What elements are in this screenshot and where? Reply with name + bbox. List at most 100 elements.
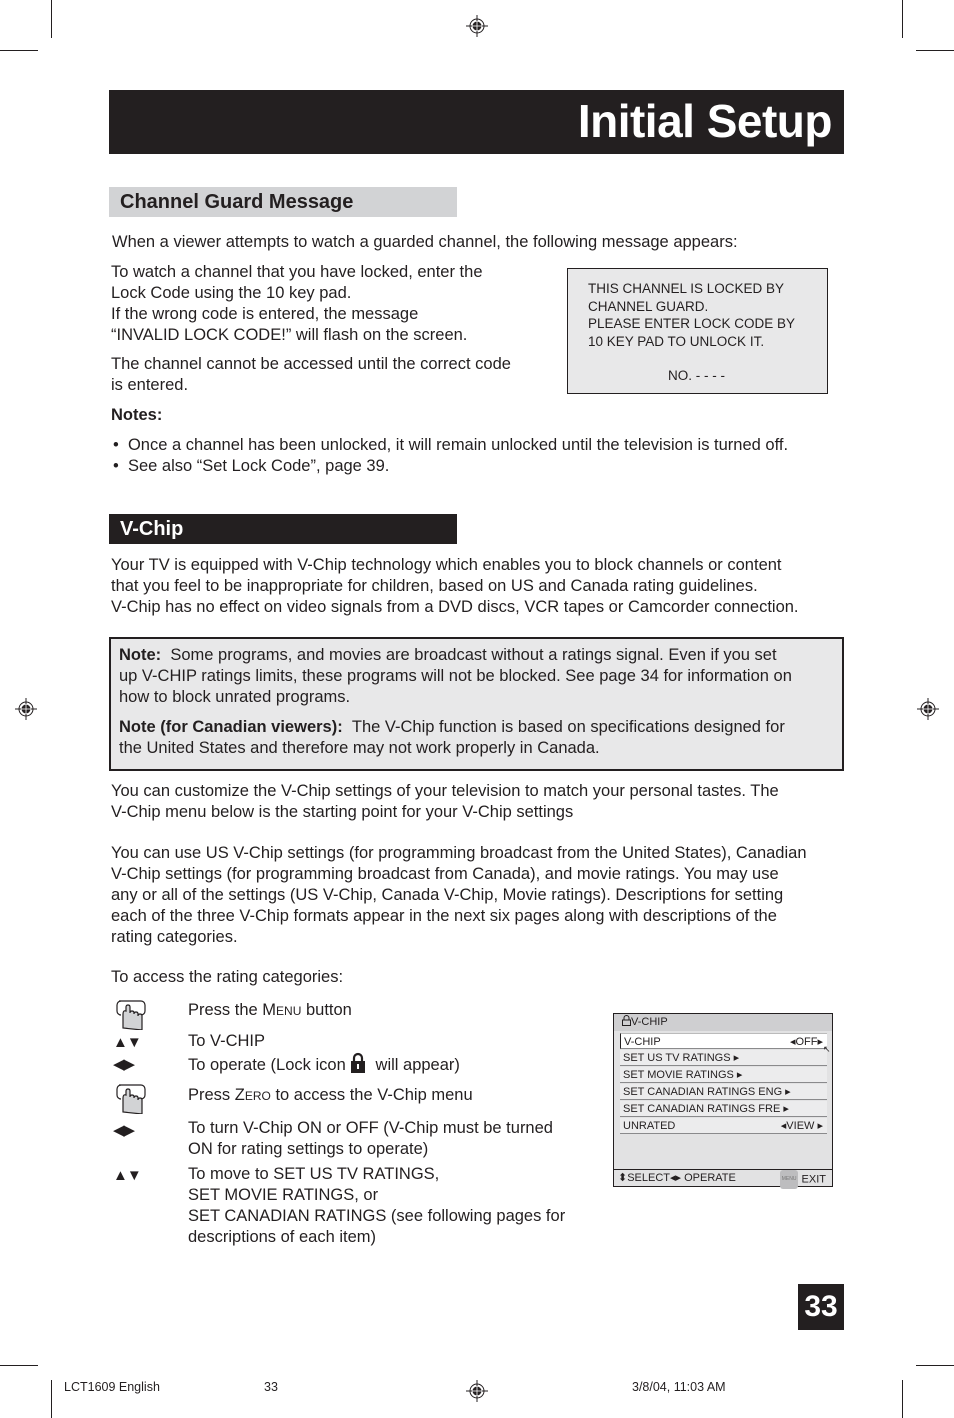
exit-hint: MENU EXIT [779, 1170, 826, 1189]
text-span: To operate (Lock icon [188, 1056, 346, 1074]
text-line: how to block unrated programs. [119, 688, 351, 706]
note-label: Note (for Canadian viewers): [119, 718, 343, 736]
bullet: • [113, 457, 128, 475]
left-right-arrows-icon: ◀▶ [113, 1056, 135, 1073]
step-2-text: To V-CHIP [188, 1032, 266, 1050]
page-number-badge: 33 [798, 1284, 844, 1330]
menu-row-label: SET MOVIE RATINGS ▸ [623, 1069, 743, 1081]
channel-guard-paragraph-2: The channel cannot be accessed until the… [111, 354, 551, 396]
text-line: ON for rating settings to operate) [188, 1140, 429, 1158]
registration-mark-icon [466, 1380, 488, 1402]
text-line: up V-CHIP ratings limits, these programs… [119, 667, 792, 685]
text-line: To watch a channel that you have locked,… [111, 263, 483, 281]
section-heading-vchip: V-Chip [109, 514, 457, 544]
crop-mark [51, 1380, 52, 1418]
text-line: V-Chip settings (for programming broadca… [111, 865, 779, 883]
menu-row-label: V-CHIP [624, 1036, 661, 1048]
text-line: Your TV is equipped with V-Chip technolo… [111, 556, 782, 574]
section-heading-channel-guard: Channel Guard Message [109, 187, 457, 217]
menu-row-value[interactable]: ◂OFF▸ [790, 1034, 823, 1050]
text-span: to access the V-Chip menu [270, 1086, 473, 1104]
lock-message-line: 10 KEY PAD TO UNLOCK IT. [588, 333, 765, 349]
hand-press-icon [116, 1000, 146, 1030]
text-line: is entered. [111, 376, 189, 394]
text-line: descriptions of each item) [188, 1228, 377, 1246]
channel-guard-paragraph-1: To watch a channel that you have locked,… [111, 262, 551, 346]
step-1-text: Press the Menu button [188, 1000, 352, 1021]
vchip-note-box: Note: Some programs, and movies are broa… [109, 637, 844, 771]
text-line: You can customize the V-Chip settings of… [111, 782, 779, 800]
text-line: each of the three V-Chip formats appear … [111, 907, 777, 925]
footer-page: 33 [264, 1380, 278, 1394]
text-line: You can use US V-Chip settings (for prog… [111, 844, 807, 862]
lock-message-line: PLEASE ENTER LOCK CODE BY [588, 316, 796, 331]
text-line: The channel cannot be accessed until the… [111, 355, 511, 373]
lock-code-field: NO. - - - - [668, 368, 725, 383]
text-line: V-Chip menu below is the starting point … [111, 803, 574, 821]
note-canadian: Note (for Canadian viewers): The V-Chip … [119, 717, 834, 759]
menu-row-value[interactable]: ◂VIEW ▸ [781, 1118, 823, 1134]
text-span: button [301, 1001, 352, 1019]
step-4-text: Press Zero to access the V-Chip menu [188, 1085, 473, 1106]
note-item: • See also “Set Lock Code”, page 39. [113, 456, 788, 477]
text-span: Press the [188, 1001, 263, 1019]
menu-key-label: Menu [262, 1001, 302, 1019]
lock-icon [622, 1015, 631, 1026]
menu-footer: ⬍SELECT◂▸ OPERATE MENU EXIT [614, 1169, 832, 1189]
menu-row-unrated[interactable]: UNRATED ◂VIEW ▸ [620, 1118, 827, 1134]
exit-label: EXIT [801, 1173, 826, 1186]
menu-row-set-canadian-ratings-fre[interactable]: SET CANADIAN RATINGS FRE ▸ [620, 1101, 827, 1117]
note-text: See also “Set Lock Code”, page 39. [127, 457, 390, 475]
access-label: To access the rating categories: [111, 968, 344, 986]
crop-mark [916, 50, 954, 51]
step-6-text: To move to SET US TV RATINGS, SET MOVIE … [188, 1164, 565, 1248]
text-line: To move to SET US TV RATINGS, [188, 1165, 440, 1183]
text-line: To turn V-Chip ON or OFF (V-Chip must be… [188, 1119, 553, 1137]
page-title-bar: Initial Setup [109, 90, 844, 154]
menu-title: V-CHIP [631, 1016, 668, 1028]
menu-key-badge: MENU [779, 1170, 799, 1189]
vchip-settings-paragraph: You can use US V-Chip settings (for prog… [111, 843, 807, 948]
channel-guard-intro: When a viewer attempts to watch a guarde… [112, 233, 738, 251]
text-line: If the wrong code is entered, the messag… [111, 305, 419, 323]
footer-timestamp: 3/8/04, 11:03 AM [632, 1380, 726, 1394]
menu-row-label: UNRATED [623, 1120, 676, 1132]
menu-row-set-us-tv-ratings[interactable]: SET US TV RATINGS ▸ [620, 1050, 827, 1066]
text-line: SET MOVIE RATINGS, or [188, 1186, 379, 1204]
select-hint: ⬍SELECT [618, 1172, 671, 1184]
menu-row-vchip[interactable]: V-CHIP ◂OFF▸ [620, 1033, 827, 1049]
text-line: Lock Code using the 10 key pad. [111, 284, 352, 302]
menu-row-set-canadian-ratings-eng[interactable]: SET CANADIAN RATINGS ENG ▸ [620, 1084, 827, 1100]
text-line: rating categories. [111, 928, 238, 946]
text-line: “INVALID LOCK CODE!” will flash on the s… [111, 326, 468, 344]
crop-mark [902, 1380, 903, 1418]
hand-press-icon [116, 1084, 146, 1114]
text-line: SET CANADIAN RATINGS (see following page… [188, 1207, 566, 1225]
menu-row-label: SET US TV RATINGS ▸ [623, 1052, 740, 1064]
page-title: Initial Setup [577, 95, 833, 147]
notes-label: Notes: [111, 406, 163, 424]
zero-key-label: Zero [234, 1086, 271, 1104]
operate-hint: ◂▸ OPERATE [670, 1172, 736, 1184]
step-5-text: To turn V-Chip ON or OFF (V-Chip must be… [188, 1118, 553, 1160]
menu-row-label: SET CANADIAN RATINGS ENG ▸ [623, 1086, 791, 1098]
note-text: Once a channel has been unlocked, it wil… [127, 436, 789, 454]
note-label: Note: [119, 646, 162, 664]
menu-row-set-movie-ratings[interactable]: SET MOVIE RATINGS ▸ [620, 1067, 827, 1083]
vchip-customize-paragraph: You can customize the V-Chip settings of… [111, 781, 779, 823]
text-line: Some programs, and movies are broadcast … [170, 646, 777, 664]
notes-list: • Once a channel has been unlocked, it w… [113, 435, 788, 477]
text-span: Press [188, 1086, 235, 1104]
registration-mark-icon [466, 15, 488, 37]
up-down-arrows-icon: ▲▼ [113, 1034, 142, 1051]
bullet: • [113, 436, 128, 454]
note-unrated: Note: Some programs, and movies are broa… [119, 645, 834, 708]
menu-row-label: SET CANADIAN RATINGS FRE ▸ [623, 1103, 789, 1115]
footer-document-name: LCT1609 English [64, 1380, 160, 1394]
crop-mark [916, 1365, 954, 1366]
text-span: will appear) [375, 1056, 460, 1074]
up-down-arrows-icon: ▲▼ [113, 1167, 142, 1184]
vchip-menu-screen: V-CHIP V-CHIP ◂OFF▸ ↖ SET US TV RATINGS … [613, 1013, 833, 1189]
crop-mark [0, 50, 38, 51]
text-line: the United States and therefore may not … [119, 739, 600, 757]
